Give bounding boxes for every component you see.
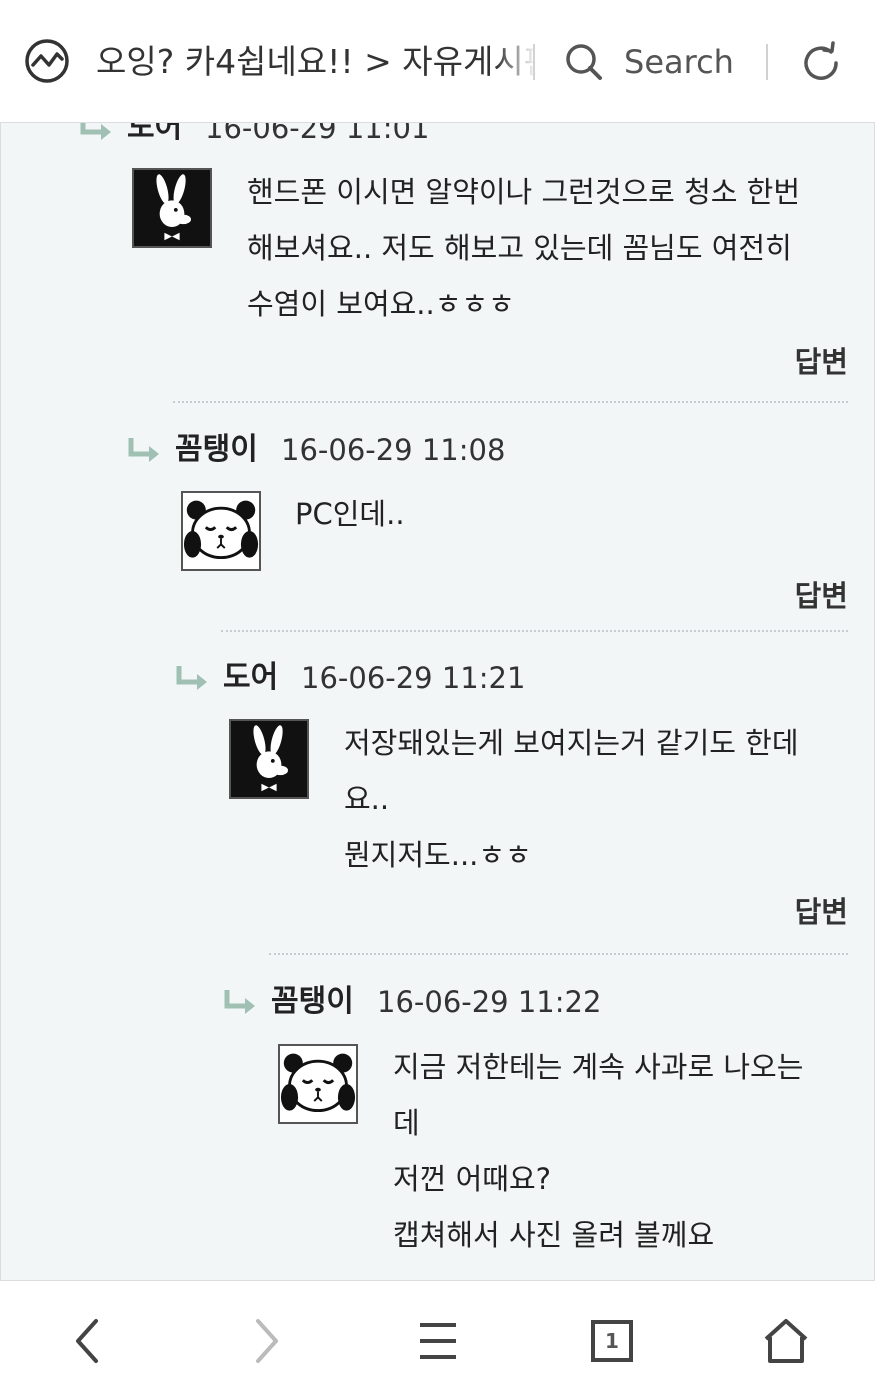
- reply-button[interactable]: 답변: [795, 892, 848, 932]
- comment-line: 해보셔요.. 저도 해보고 있는데 꼼님도 여전히: [247, 231, 792, 265]
- bunny-avatar-icon: [134, 170, 210, 246]
- comment-line: 핸드폰 이시면 알약이나 그런것으로 청소 한번: [247, 175, 801, 209]
- forward-arrow-icon: [256, 1319, 278, 1363]
- search-label: Search: [624, 43, 734, 81]
- avatar[interactable]: [132, 168, 212, 248]
- comment-author[interactable]: 꼼탱이: [175, 430, 258, 470]
- divider: [766, 44, 768, 80]
- reply-button[interactable]: 답변: [795, 576, 848, 616]
- comment-line: 저껀 어때요?: [393, 1162, 552, 1196]
- avatar[interactable]: [181, 491, 261, 571]
- panda-avatar-icon: [183, 493, 259, 569]
- comment-author[interactable]: 도어: [127, 122, 182, 148]
- comment-date: 16-06-29 11:01: [205, 122, 430, 145]
- comment-author[interactable]: 도어: [223, 658, 278, 698]
- browser-top-bar: 오잉? 카4쉽네요!! > 자유게시판 Search: [0, 0, 875, 123]
- reply-arrow-icon: [80, 122, 111, 140]
- page-title[interactable]: 오잉? 카4쉽네요!! > 자유게시판: [96, 38, 536, 86]
- reply-button[interactable]: 답변: [795, 342, 848, 382]
- back-button[interactable]: [58, 1311, 118, 1371]
- search-icon: [566, 44, 602, 80]
- search-button[interactable]: Search: [560, 34, 750, 90]
- comment-date: 16-06-29 11:21: [301, 661, 526, 695]
- tab-count: 1: [605, 1329, 619, 1353]
- comment-line: 캡쳐해서 사진 올려 볼께요: [393, 1218, 715, 1252]
- comment-divider: [269, 953, 848, 955]
- comment-line: 저장돼있는게 보여지는거 같기도 한데: [344, 726, 799, 760]
- divider: [533, 44, 535, 80]
- reply-arrow-icon: [176, 666, 207, 690]
- comment-date: 16-06-29 11:22: [377, 985, 602, 1019]
- comment-line: PC인데..: [295, 497, 405, 531]
- home-icon: [764, 1319, 808, 1363]
- comment-thread: 도어 16-06-29 11:01 핸드폰 이시면 알약이나 그런것으로 청소 …: [0, 122, 875, 1280]
- comment-body: 핸드폰 이시면 알약이나 그런것으로 청소 한번 해보셔요.. 저도 해보고 있…: [247, 164, 800, 332]
- reply-arrow-icon: [224, 990, 255, 1014]
- comment-author[interactable]: 꼼탱이: [271, 982, 354, 1022]
- comment-line: 수염이 보여요..ㅎㅎㅎ: [247, 287, 515, 321]
- comment-body: 저장돼있는게 보여지는거 같기도 한데 요.. 뭔지저도...ㅎㅎ: [344, 715, 799, 883]
- comment-line: 지금 저한테는 계속 사과로 나오는: [393, 1050, 804, 1084]
- comment-divider: [173, 401, 848, 403]
- reload-icon[interactable]: [798, 40, 844, 86]
- comment-body: 지금 저한테는 계속 사과로 나오는 데 저껀 어때요? 캡쳐해서 사진 올려 …: [393, 1039, 803, 1263]
- site-activity-icon[interactable]: [24, 38, 70, 84]
- comment-line: 데: [393, 1106, 420, 1140]
- panda-avatar-icon: [280, 1046, 356, 1122]
- back-arrow-icon: [76, 1319, 98, 1363]
- comment-line: 요..: [344, 782, 390, 816]
- browser-bottom-bar: 1: [0, 1280, 875, 1399]
- comment-body: PC인데..: [295, 424, 405, 542]
- forward-button[interactable]: [236, 1311, 296, 1371]
- avatar[interactable]: [229, 719, 309, 799]
- home-button[interactable]: [756, 1311, 816, 1371]
- avatar[interactable]: [278, 1044, 358, 1124]
- comment-divider: [221, 630, 848, 632]
- comment-line: 뭔지저도...ㅎㅎ: [344, 838, 532, 872]
- bunny-avatar-icon: [231, 721, 307, 797]
- menu-icon: [420, 1323, 456, 1359]
- menu-button[interactable]: [408, 1311, 468, 1371]
- reply-arrow-icon: [128, 438, 159, 462]
- tabs-button[interactable]: 1: [582, 1311, 642, 1371]
